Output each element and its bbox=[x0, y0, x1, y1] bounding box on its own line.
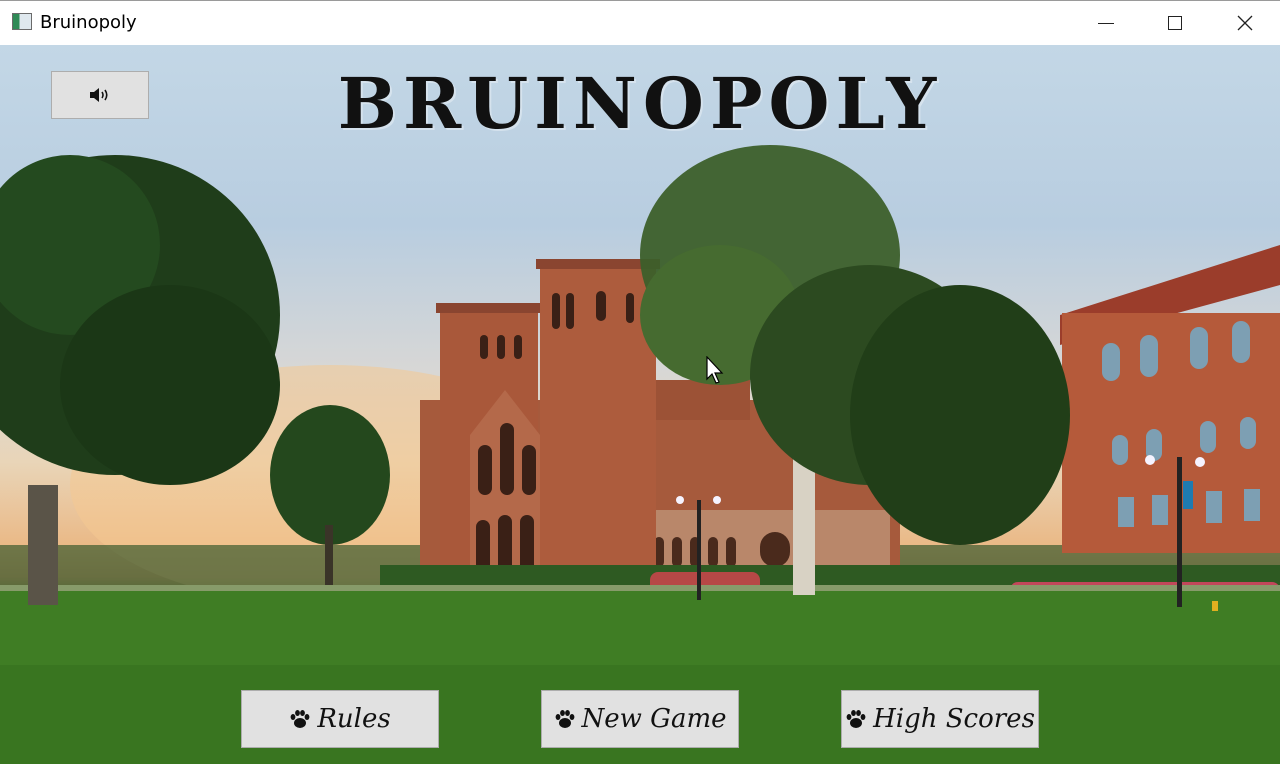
mouse-cursor-icon bbox=[706, 356, 724, 384]
paw-icon bbox=[290, 710, 310, 728]
new-game-button-label: New Game bbox=[581, 704, 727, 734]
window-title: Bruinopoly bbox=[40, 12, 137, 33]
title-bar: Bruinopoly bbox=[0, 0, 1280, 45]
campus-illustration bbox=[0, 145, 1280, 764]
close-button[interactable] bbox=[1210, 1, 1280, 45]
close-icon bbox=[1237, 15, 1253, 31]
campus-background bbox=[0, 45, 1280, 764]
minimize-icon bbox=[1098, 22, 1114, 24]
rules-button-label: Rules bbox=[317, 704, 391, 734]
rules-button[interactable]: Rules bbox=[241, 690, 439, 748]
new-game-button[interactable]: New Game bbox=[541, 690, 739, 748]
minimize-button[interactable] bbox=[1071, 1, 1141, 45]
high-scores-button[interactable]: High Scores bbox=[841, 690, 1039, 748]
app-window: Bruinopoly BRUINOPOLY Rules New Game Hig… bbox=[0, 0, 1280, 764]
maximize-button[interactable] bbox=[1140, 1, 1210, 45]
maximize-icon bbox=[1168, 16, 1182, 30]
paw-icon bbox=[846, 710, 866, 728]
high-scores-button-label: High Scores bbox=[873, 704, 1035, 734]
paw-icon bbox=[555, 710, 574, 728]
game-title: BRUINOPOLY bbox=[337, 62, 943, 145]
app-icon bbox=[12, 13, 32, 30]
